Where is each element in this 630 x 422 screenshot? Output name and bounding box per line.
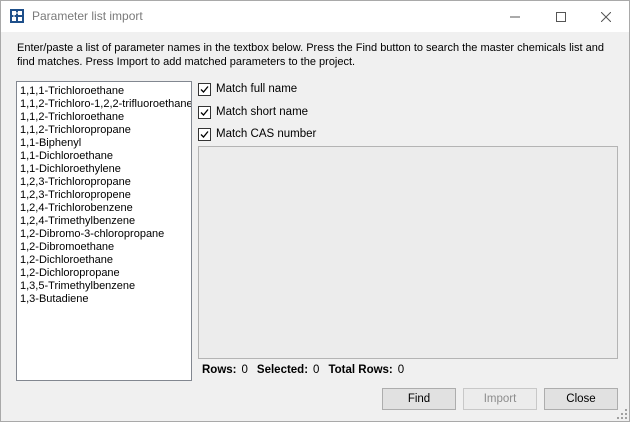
parameter-list-item: 1,2-Dichloropropane [20,267,120,279]
check-icon [200,108,209,116]
parameter-list-item: 1,1-Dichloroethylene [20,163,121,175]
rows-label: Rows: [202,364,237,376]
instructions-text: Enter/paste a list of parameter names in… [17,42,604,68]
match-short-name-label: Match short name [216,106,309,118]
parameter-list-item: 1,1-Biphenyl [20,137,82,149]
parameter-list-item: 1,1-Dichloroethane [20,150,113,162]
maximize-icon [556,11,566,22]
match-cas-number-checkbox[interactable] [198,127,211,141]
close-window-button[interactable] [583,1,629,32]
parameter-list-item: 1,2-Dibromoethane [20,241,115,253]
parameter-list-item: 1,2,3-Trichloropropene [20,189,131,201]
parameter-list-import-window: Parameter list import Enter/paste a list… [0,0,630,422]
parameter-list-item: 1,2-Dibromo-3-chloropropane [20,228,165,240]
close-icon [601,11,611,22]
parameter-list-item: 1,1,2-Trichloropropane [20,124,131,136]
close-button[interactable]: Close [544,388,618,410]
match-short-name-checkbox[interactable] [198,105,211,119]
check-icon [200,130,209,138]
find-button[interactable]: Find [382,388,456,410]
app-grid-icon [10,9,24,23]
parameter-list-item: 1,1,2-Trichloro-1,2,2-trifluoroethane [20,98,192,110]
parameter-list-item: 1,2-Dichloroethane [20,254,113,266]
rows-value: 0 [241,364,248,376]
row-stats: Rows: 0 Selected: 0 Total Rows: 0 [202,364,404,376]
maximize-button[interactable] [538,1,584,32]
total-rows-label: Total Rows: [328,364,393,376]
parameter-names-textbox[interactable]: 1,1,1-Trichloroethane 1,1,2-Trichloro-1,2… [16,81,192,381]
check-icon [200,85,209,93]
parameter-list: 1,1,1-Trichloroethane 1,1,2-Trichloro-1,2… [17,82,191,306]
import-button[interactable]: Import [463,388,537,410]
parameter-list-item: 1,3-Butadiene [20,293,89,305]
parameter-list-item: 1,3,5-Trimethylbenzene [20,280,136,292]
title-bar[interactable]: Parameter list import [1,1,629,32]
total-rows-value: 0 [397,364,405,376]
results-grid[interactable] [198,146,618,359]
match-full-name-option[interactable]: Match full name [198,81,297,97]
match-cas-number-option[interactable]: Match CAS number [198,126,316,142]
match-short-name-option[interactable]: Match short name [198,104,308,120]
selected-label: Selected: [256,364,309,376]
parameter-list-item: 1,2,3-Trichloropropane [20,176,131,188]
minimize-button[interactable] [492,1,538,32]
resize-grip-icon[interactable] [617,409,627,419]
match-full-name-checkbox[interactable] [198,82,211,96]
parameter-list-item: 1,2,4-Trichlorobenzene [20,202,133,214]
parameter-list-item: 1,1,1-Trichloroethane [20,85,125,97]
window-title: Parameter list import [32,9,143,23]
selected-value: 0 [313,364,320,376]
match-cas-number-label: Match CAS number [216,128,317,140]
parameter-list-item: 1,2,4-Trimethylbenzene [20,215,136,227]
minimize-icon [510,16,520,17]
parameter-list-item: 1,1,2-Trichloroethane [20,111,125,123]
match-full-name-label: Match full name [216,83,298,95]
